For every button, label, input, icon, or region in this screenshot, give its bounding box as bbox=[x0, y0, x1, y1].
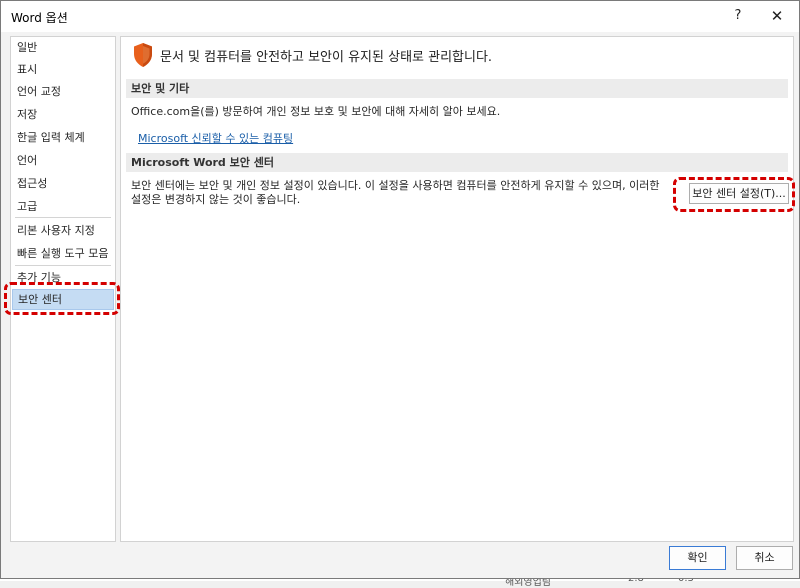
trust-center-description-line2: 설정은 변경하지 않는 것이 좋습니다. bbox=[131, 193, 301, 206]
sidebar-item-save[interactable]: 저장 bbox=[12, 104, 114, 125]
trust-center-description-line1: 보안 센터에는 보안 및 개인 정보 설정이 있습니다. 이 설정을 사용하면 … bbox=[131, 179, 660, 192]
title-bar: Word 옵션 ? ✕ bbox=[1, 1, 799, 32]
help-button[interactable]: ? bbox=[726, 5, 750, 27]
sidebar-item-korean-input[interactable]: 한글 입력 체계 bbox=[12, 127, 114, 148]
cancel-button[interactable]: 취소 bbox=[736, 546, 793, 570]
privacy-description: Office.com을(를) 방문하여 개인 정보 보호 및 보안에 대해 자세… bbox=[131, 105, 501, 118]
word-options-dialog: Word 옵션 ? ✕ 일반 표시 언어 교정 저장 한글 입력 체계 언어 접… bbox=[0, 0, 800, 579]
section-header-security: 보안 및 기타 bbox=[126, 79, 788, 98]
ok-button[interactable]: 확인 bbox=[669, 546, 726, 570]
sidebar-divider bbox=[15, 217, 111, 218]
trust-center-panel: 문서 및 컴퓨터를 안전하고 보안이 유지된 상태로 관리합니다. 보안 및 기… bbox=[120, 36, 794, 542]
highlight-trust-center-nav bbox=[4, 282, 120, 315]
trustworthy-computing-link[interactable]: Microsoft 신뢰할 수 있는 컴퓨팅 bbox=[138, 130, 293, 146]
close-button[interactable]: ✕ bbox=[763, 5, 791, 27]
window-title: Word 옵션 bbox=[11, 11, 68, 25]
sidebar-item-advanced[interactable]: 고급 bbox=[12, 196, 114, 217]
sidebar-item-display[interactable]: 표시 bbox=[12, 59, 114, 80]
shield-icon bbox=[134, 43, 152, 67]
sidebar-item-accessibility[interactable]: 접근성 bbox=[12, 173, 114, 194]
sidebar-item-language[interactable]: 언어 bbox=[12, 150, 114, 171]
sidebar-divider bbox=[15, 265, 111, 266]
sidebar-item-customize-ribbon[interactable]: 리본 사용자 지정 bbox=[12, 220, 114, 241]
page-title: 문서 및 컴퓨터를 안전하고 보안이 유지된 상태로 관리합니다. bbox=[160, 50, 493, 65]
sidebar-item-proofing[interactable]: 언어 교정 bbox=[12, 81, 114, 102]
section-header-trust-center: Microsoft Word 보안 센터 bbox=[126, 153, 788, 172]
highlight-trust-center-button bbox=[673, 177, 795, 212]
sidebar-item-general[interactable]: 일반 bbox=[12, 37, 114, 58]
sidebar-item-quick-access[interactable]: 빠른 실행 도구 모음 bbox=[12, 243, 114, 264]
